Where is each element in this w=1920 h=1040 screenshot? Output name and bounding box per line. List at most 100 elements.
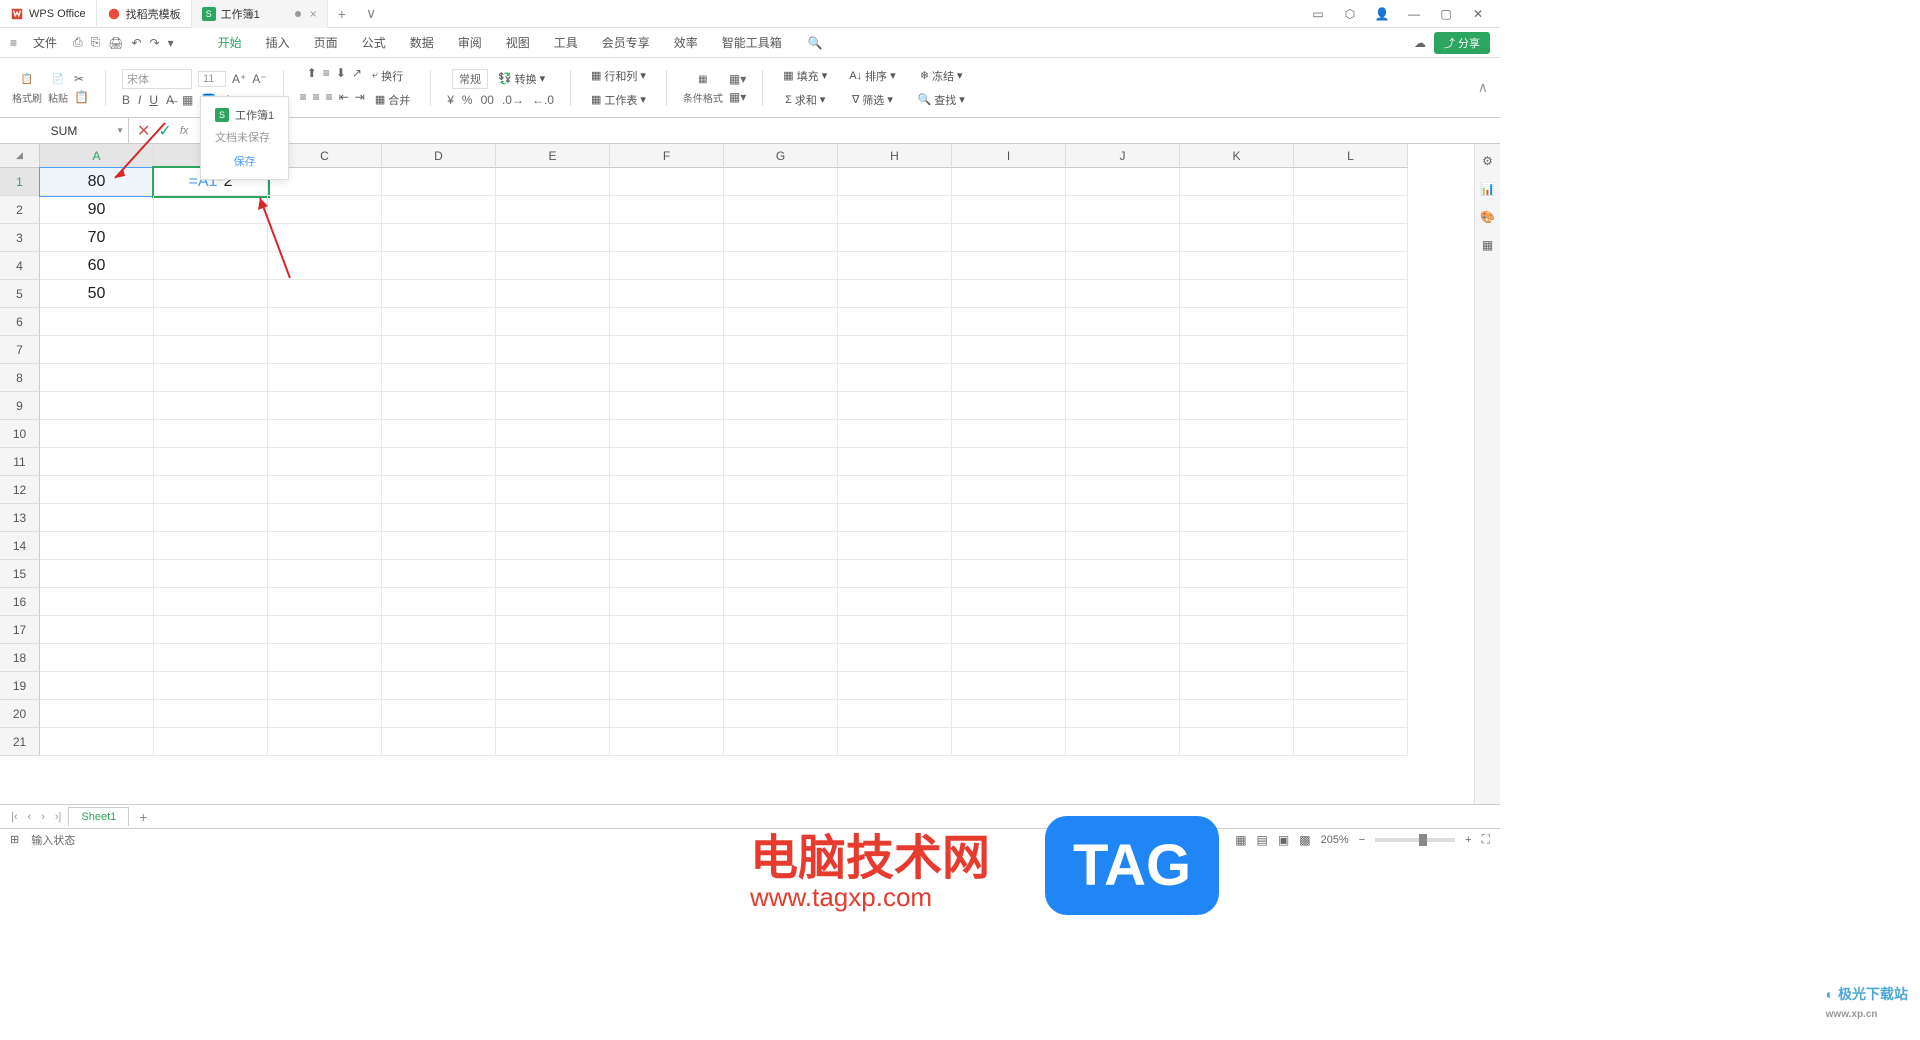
cell[interactable] — [382, 336, 496, 364]
cell[interactable] — [838, 448, 952, 476]
cell[interactable] — [1180, 448, 1294, 476]
cell[interactable] — [952, 588, 1066, 616]
cell[interactable] — [1066, 420, 1180, 448]
tab-list-button[interactable]: ∨ — [356, 5, 386, 22]
col-header-h[interactable]: H — [838, 144, 952, 168]
cell[interactable] — [724, 196, 838, 224]
cell[interactable] — [154, 672, 268, 700]
cell[interactable] — [496, 336, 610, 364]
cell[interactable] — [1066, 588, 1180, 616]
cell[interactable] — [154, 420, 268, 448]
chevron-down-icon[interactable]: ▼ — [116, 126, 124, 135]
cell[interactable] — [382, 420, 496, 448]
cell[interactable] — [724, 532, 838, 560]
cell[interactable] — [1180, 280, 1294, 308]
cell[interactable] — [496, 392, 610, 420]
cell[interactable] — [496, 168, 610, 196]
cell[interactable] — [496, 364, 610, 392]
cell[interactable] — [496, 448, 610, 476]
cell[interactable] — [1294, 616, 1408, 644]
cell[interactable] — [496, 728, 610, 756]
font-name-select[interactable]: 宋体 — [122, 69, 192, 89]
cell[interactable] — [724, 252, 838, 280]
cell[interactable] — [382, 672, 496, 700]
cell[interactable] — [838, 364, 952, 392]
cell[interactable] — [268, 196, 382, 224]
cell-a2[interactable]: 90 — [40, 196, 154, 224]
cell[interactable] — [40, 728, 154, 756]
menu-smart[interactable]: 智能工具箱 — [714, 34, 790, 51]
cond-format-button[interactable]: ▦ 条件格式 — [683, 70, 723, 105]
view-page-icon[interactable]: ▤ — [1257, 833, 1268, 847]
col-header-d[interactable]: D — [382, 144, 496, 168]
view-normal-icon[interactable]: ▦ — [1235, 833, 1246, 847]
cell[interactable] — [154, 392, 268, 420]
cell[interactable] — [268, 336, 382, 364]
cell[interactable] — [1294, 448, 1408, 476]
row-header[interactable]: 8 — [0, 364, 40, 392]
cell[interactable] — [40, 700, 154, 728]
row-header[interactable]: 13 — [0, 504, 40, 532]
cell[interactable] — [724, 476, 838, 504]
cell[interactable] — [610, 588, 724, 616]
cell[interactable] — [724, 588, 838, 616]
cell[interactable] — [268, 308, 382, 336]
cell[interactable] — [496, 588, 610, 616]
sort-button[interactable]: A↓ 排序 ▾ — [845, 66, 899, 86]
cell[interactable] — [154, 280, 268, 308]
cell[interactable] — [610, 448, 724, 476]
cell[interactable] — [268, 588, 382, 616]
cell[interactable] — [952, 728, 1066, 756]
cell[interactable] — [610, 224, 724, 252]
cell[interactable] — [40, 476, 154, 504]
cell-a1[interactable]: 80 — [40, 168, 154, 196]
print-icon[interactable]: ⎘ — [91, 35, 101, 50]
border-icon[interactable]: ▦ — [182, 93, 193, 107]
cell[interactable] — [1294, 504, 1408, 532]
cell[interactable] — [1066, 196, 1180, 224]
cell[interactable] — [724, 560, 838, 588]
cell[interactable] — [268, 672, 382, 700]
cell[interactable] — [1066, 224, 1180, 252]
cells-grid[interactable]: 80=A1*2 90 70 60 50 — [40, 168, 1408, 804]
comma-icon[interactable]: 00 — [481, 93, 494, 107]
cell[interactable] — [724, 336, 838, 364]
sum-button[interactable]: Σ 求和 ▾ — [781, 90, 829, 110]
row-header[interactable]: 20 — [0, 700, 40, 728]
cell[interactable] — [382, 280, 496, 308]
row-header[interactable]: 4 — [0, 252, 40, 280]
row-header[interactable]: 12 — [0, 476, 40, 504]
cell[interactable] — [952, 448, 1066, 476]
cell[interactable] — [952, 224, 1066, 252]
menu-tools[interactable]: 工具 — [546, 34, 586, 51]
align-middle-icon[interactable]: ≡ — [323, 66, 330, 86]
cell[interactable] — [610, 504, 724, 532]
cell[interactable] — [1180, 532, 1294, 560]
panel-icon[interactable]: 🎨 — [1480, 210, 1495, 224]
cell[interactable] — [1294, 224, 1408, 252]
cell[interactable] — [1294, 336, 1408, 364]
cell[interactable] — [1180, 364, 1294, 392]
cell[interactable] — [838, 252, 952, 280]
cell[interactable] — [154, 336, 268, 364]
cell[interactable] — [1294, 728, 1408, 756]
cell[interactable] — [724, 280, 838, 308]
cell[interactable] — [724, 364, 838, 392]
cell[interactable] — [382, 168, 496, 196]
cell[interactable] — [610, 728, 724, 756]
cell[interactable] — [1066, 560, 1180, 588]
cell[interactable] — [1066, 616, 1180, 644]
cell[interactable] — [154, 644, 268, 672]
cell[interactable] — [1294, 672, 1408, 700]
cell[interactable] — [838, 616, 952, 644]
strikethrough-icon[interactable]: A̶ — [166, 93, 174, 107]
cell-style-icon[interactable]: ▦▾ — [729, 90, 746, 104]
cell[interactable] — [1180, 308, 1294, 336]
cell[interactable] — [154, 560, 268, 588]
cloud-icon[interactable]: ☁ — [1414, 36, 1426, 50]
cell[interactable] — [268, 700, 382, 728]
cell[interactable] — [952, 700, 1066, 728]
cell[interactable] — [838, 672, 952, 700]
cell[interactable] — [40, 672, 154, 700]
cell[interactable] — [1180, 616, 1294, 644]
